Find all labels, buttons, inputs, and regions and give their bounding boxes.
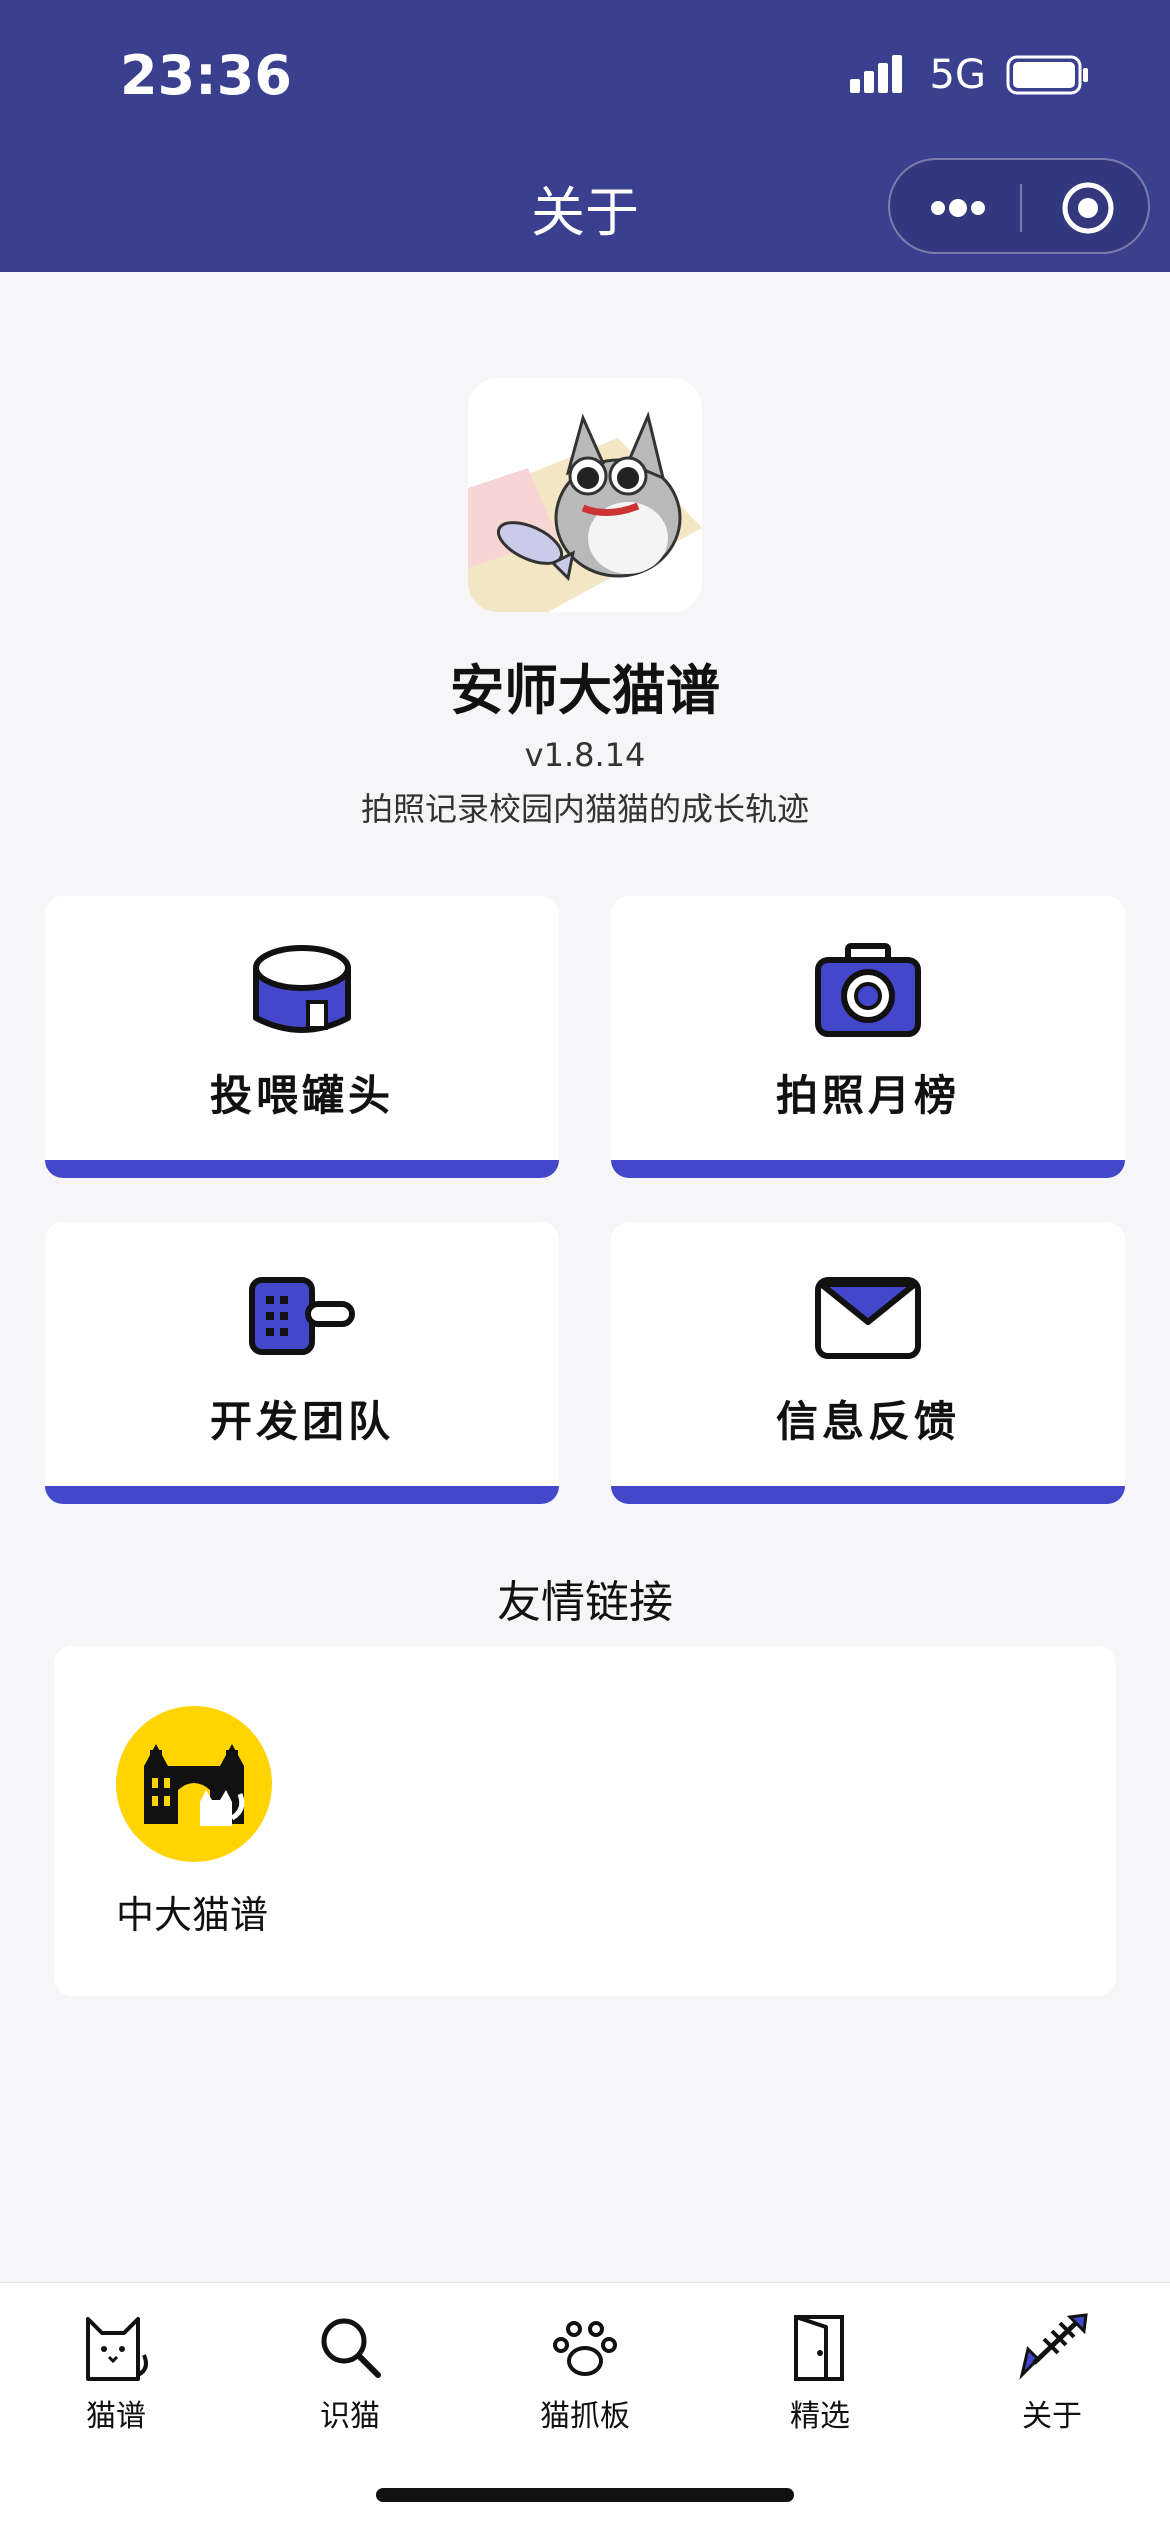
tab-label: 精选: [790, 2399, 850, 2434]
card-label: 投喂罐头: [209, 1071, 394, 1120]
card-label: 开发团队: [209, 1397, 394, 1446]
tab-scratch-board[interactable]: 猫抓板: [505, 2309, 665, 2435]
home-indicator: [376, 2488, 794, 2502]
door-icon: [794, 2315, 844, 2381]
close-target-icon[interactable]: [1060, 180, 1116, 236]
friend-link-item[interactable]: 中大猫谱: [116, 1706, 286, 1939]
cat-logo-illustration: [468, 411, 702, 612]
friend-links-box: 中大猫谱: [54, 1646, 1116, 1996]
friend-link-name: 中大猫谱: [116, 1893, 269, 1937]
signal-icon: [849, 55, 902, 93]
network-type: 5G: [929, 52, 986, 98]
tab-about[interactable]: 关于: [972, 2309, 1132, 2435]
friend-links-title: 友情链接: [497, 1577, 673, 1628]
battery-icon: [1006, 55, 1088, 95]
tab-label: 猫抓板: [540, 2399, 630, 2434]
photo-ranking-card[interactable]: 拍照月榜: [611, 896, 1125, 1178]
fishbone-icon: [1019, 2313, 1088, 2380]
camera-icon: [815, 943, 921, 1037]
feedback-card[interactable]: 信息反馈: [611, 1222, 1125, 1504]
tab-identify[interactable]: 识猫: [270, 2309, 430, 2435]
tab-label: 猫谱: [86, 2399, 146, 2434]
card-label: 拍照月榜: [775, 1071, 960, 1120]
envelope-icon: [815, 1277, 921, 1359]
building-cat-logo-icon: [116, 1706, 272, 1862]
status-time: 23:36: [120, 44, 292, 107]
mini-program-capsule: [888, 158, 1150, 254]
card-accent-bar: [611, 1486, 1125, 1504]
nav-header: 23:36 5G 关于: [0, 0, 1170, 272]
tab-featured[interactable]: 精选: [740, 2309, 900, 2435]
card-accent-bar: [611, 1160, 1125, 1178]
card-accent-bar: [45, 1160, 559, 1178]
can-icon: [253, 945, 351, 1033]
tab-cat-list[interactable]: 猫谱: [36, 2309, 196, 2435]
cat-icon: [86, 2317, 148, 2381]
friend-link-logo: [144, 1744, 245, 1826]
app-name: 安师大猫谱: [450, 659, 720, 722]
paw-icon: [553, 2321, 617, 2376]
search-icon: [321, 2318, 381, 2378]
feed-can-card[interactable]: 投喂罐头: [45, 896, 559, 1178]
tab-label: 关于: [1022, 2399, 1082, 2434]
app-logo: [468, 378, 702, 612]
spatula-icon: [249, 1277, 355, 1355]
capsule-divider: [1020, 184, 1022, 232]
app-version: v1.8.14: [524, 736, 646, 774]
card-label: 信息反馈: [775, 1397, 960, 1446]
more-icon[interactable]: [928, 194, 988, 222]
tab-label: 识猫: [320, 2399, 380, 2434]
card-accent-bar: [45, 1486, 559, 1504]
status-indicators: 5G: [849, 52, 1090, 98]
dev-team-card[interactable]: 开发团队: [45, 1222, 559, 1504]
app-description: 拍照记录校园内猫猫的成长轨迹: [360, 790, 809, 828]
